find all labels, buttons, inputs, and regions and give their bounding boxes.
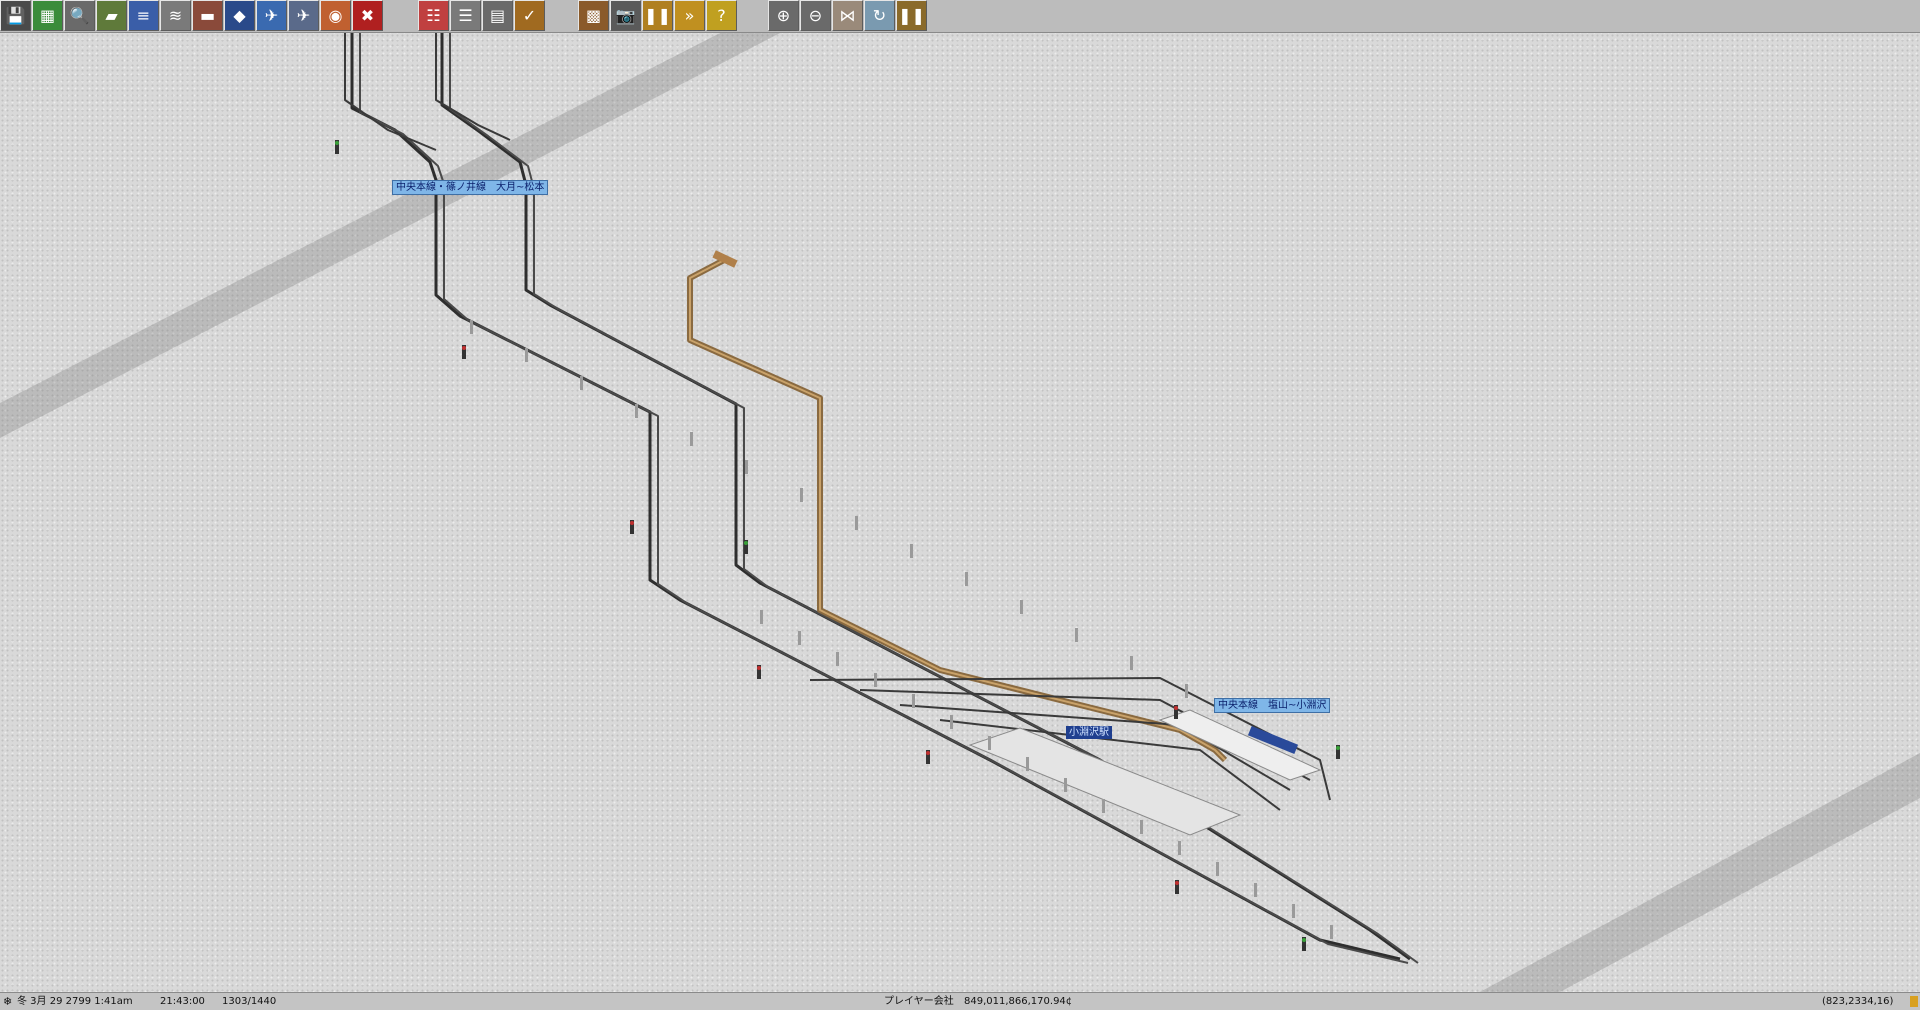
catenary-post (800, 488, 803, 502)
catenary-post (1292, 904, 1295, 918)
pause-icon[interactable]: ❚❚ (642, 0, 673, 31)
ship-tools-icon[interactable]: ◆ (224, 0, 255, 31)
finance-icon[interactable]: ▤ (482, 0, 513, 31)
catenary-post (1254, 883, 1257, 897)
catenary-post (950, 715, 953, 729)
signal-lamp (630, 521, 634, 525)
catenary-post (912, 694, 915, 708)
rail-tools-icon[interactable]: ≡ (128, 0, 159, 31)
catenary-post (910, 544, 913, 558)
signal-lamp (757, 666, 761, 670)
signal-lamp (1174, 706, 1178, 710)
main-toolbar: 💾 ▦ 🔍 ▰ ≡ ≋ ▬ ◆ ✈ ✈ ◉ ✖ ☷ ☰ ▤ ✓ ▩ 📷 ❚❚»? ⊕ ⊖ ⋈ ↻ ❚❚ (0, 0, 1920, 33)
grid-toggle-icon[interactable]: ⋈ (832, 0, 863, 31)
signal-lamp (1302, 938, 1306, 942)
catenary-post (1178, 841, 1181, 855)
catenary-post (1130, 656, 1133, 670)
catenary-post (760, 610, 763, 624)
company-name[interactable]: プレイヤー会社 (884, 993, 954, 1010)
fast-forward-icon[interactable]: » (674, 0, 705, 31)
status-bar: ❄ 冬 3月 29 2799 1:41am 21:43:00 1303/1440… (0, 992, 1920, 1010)
catenary-post (1330, 925, 1333, 939)
catenary-post (525, 348, 528, 362)
game-map-view[interactable]: 中央本線・篠ノ井線 大月~松本 中央本線 塩山~小淵沢 小淵沢駅 (0, 33, 1920, 992)
signal-lamp (1336, 746, 1340, 750)
settings-icon[interactable]: ✓ (514, 0, 545, 31)
rail-track-main-b (440, 33, 1411, 961)
catenary-post (1026, 757, 1029, 771)
catenary-post (1140, 820, 1143, 834)
snow-icon: ❄ (3, 995, 13, 1008)
save-icon[interactable]: 💾 (0, 0, 31, 31)
frame-info-display: 1303/1440 (222, 996, 277, 1007)
catenary-post (580, 376, 583, 390)
terrain-icon[interactable]: ▰ (96, 0, 127, 31)
rail-track-branch-c (344, 33, 437, 151)
rail-track-main-b2 (449, 33, 1419, 964)
catenary-post (874, 673, 877, 687)
catenary-post (965, 572, 968, 586)
station-label-kobuchizawa[interactable]: 小淵沢駅 (1066, 726, 1112, 739)
line-label-chuo-enzan[interactable]: 中央本線 塩山~小淵沢 (1214, 698, 1331, 713)
help-icon[interactable]: ? (706, 0, 737, 31)
warning-indicator-icon[interactable] (1910, 996, 1918, 1007)
air-tools-icon[interactable]: ✈ (256, 0, 287, 31)
compass-icon[interactable]: ↻ (864, 0, 895, 31)
road-tools-icon[interactable]: ≋ (160, 0, 191, 31)
line-label-chuo-shinonoi[interactable]: 中央本線・篠ノ井線 大月~松本 (392, 180, 549, 195)
catenary-post (1216, 862, 1219, 876)
catenary-post (745, 460, 748, 474)
catenary-post (798, 631, 801, 645)
game-time-display: 21:43:00 (160, 996, 205, 1007)
money-display: 849,011,866,170.94¢ (964, 996, 1073, 1007)
list-icon[interactable]: ☰ (450, 0, 481, 31)
demolish-icon[interactable]: ✖ (352, 0, 383, 31)
catenary-post (635, 404, 638, 418)
date-display: 冬 3月 29 2799 1:41am (17, 996, 133, 1007)
inspect-icon[interactable]: 🔍 (64, 0, 95, 31)
catenary-post (690, 432, 693, 446)
signal-lamp (462, 346, 466, 350)
special-tools-icon[interactable]: ◉ (320, 0, 351, 31)
airport-icon[interactable]: ✈ (288, 0, 319, 31)
catenary-post (1075, 628, 1078, 642)
zoom-in-icon[interactable]: ⊕ (768, 0, 799, 31)
catenary-post (836, 652, 839, 666)
pause-alt-icon[interactable]: ❚❚ (896, 0, 927, 31)
catenary-post (988, 736, 991, 750)
screenshot-icon[interactable]: 📷 (610, 0, 641, 31)
catenary-post (1020, 600, 1023, 614)
coordinates-display: (823,2334,16) (1822, 996, 1894, 1007)
tram-tools-icon[interactable]: ▬ (192, 0, 223, 31)
signal-lamp (1175, 881, 1179, 885)
signal-lamp (335, 141, 339, 145)
minimap-icon[interactable]: ▦ (32, 0, 63, 31)
signal-lamp (744, 541, 748, 545)
catenary-post (1102, 799, 1105, 813)
map-canvas[interactable] (0, 33, 1920, 992)
signal-lamp (926, 751, 930, 755)
catenary-post (1064, 778, 1067, 792)
terrain-slope-band (1480, 753, 1920, 992)
rail-track-branch-d (435, 33, 511, 141)
catenary-post (1185, 684, 1188, 698)
rail-track-main-a2 (359, 33, 1409, 964)
rail-builder-icon[interactable]: ▩ (578, 0, 609, 31)
zoom-out-icon[interactable]: ⊖ (800, 0, 831, 31)
catenary-post (470, 320, 473, 334)
line-management-icon[interactable]: ☷ (418, 0, 449, 31)
terrain-slope-band (0, 33, 780, 438)
catenary-post (855, 516, 858, 530)
